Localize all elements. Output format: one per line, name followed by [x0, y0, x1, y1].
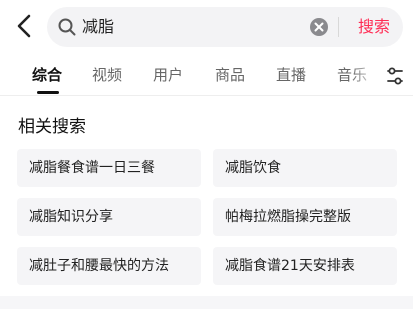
search-divider [338, 17, 339, 37]
search-bar-row: 减脂 搜索 [0, 0, 413, 56]
section-separator [0, 296, 413, 309]
tab-live[interactable]: 直播 [276, 64, 306, 86]
tab-products[interactable]: 商品 [215, 64, 245, 86]
chevron-left-icon [17, 14, 31, 38]
related-search-label: 减脂饮食 [225, 160, 281, 176]
related-search-label: 减脂知识分享 [29, 209, 113, 225]
filter-icon [387, 67, 403, 85]
search-icon [57, 17, 77, 37]
related-search-item[interactable]: 减肚子和腰最快的方法 [17, 247, 201, 285]
related-search-item[interactable]: 减脂知识分享 [17, 198, 201, 236]
tabs-fade [350, 58, 380, 94]
related-search-label: 帕梅拉燃脂操完整版 [225, 209, 351, 225]
related-search-item[interactable]: 减脂饮食 [213, 149, 397, 187]
related-search-item[interactable]: 减脂食谱21天安排表 [213, 247, 397, 285]
clear-search-button[interactable] [309, 17, 329, 37]
filter-button[interactable] [384, 64, 406, 88]
tab-video[interactable]: 视频 [92, 64, 122, 86]
tab-users[interactable]: 用户 [153, 64, 183, 86]
related-search-item[interactable]: 减脂餐食谱一日三餐 [17, 149, 201, 187]
related-searches-title: 相关搜索 [18, 117, 86, 137]
tab-comprehensive[interactable]: 综合 [32, 64, 62, 86]
related-search-label: 减肚子和腰最快的方法 [29, 258, 169, 274]
tabs-divider [0, 95, 413, 96]
search-submit-button[interactable]: 搜索 [345, 7, 403, 47]
related-search-item[interactable]: 帕梅拉燃脂操完整版 [213, 198, 397, 236]
search-box[interactable]: 减脂 搜索 [47, 7, 403, 47]
clear-circle-icon [310, 18, 328, 36]
related-search-label: 减脂餐食谱一日三餐 [29, 160, 155, 176]
result-tabs: 综合 视频 用户 商品 直播 音乐 [0, 58, 413, 94]
search-input[interactable]: 减脂 [82, 17, 114, 37]
active-tab-indicator [37, 91, 59, 94]
related-search-label: 减脂食谱21天安排表 [225, 258, 355, 274]
back-button[interactable] [14, 12, 36, 40]
